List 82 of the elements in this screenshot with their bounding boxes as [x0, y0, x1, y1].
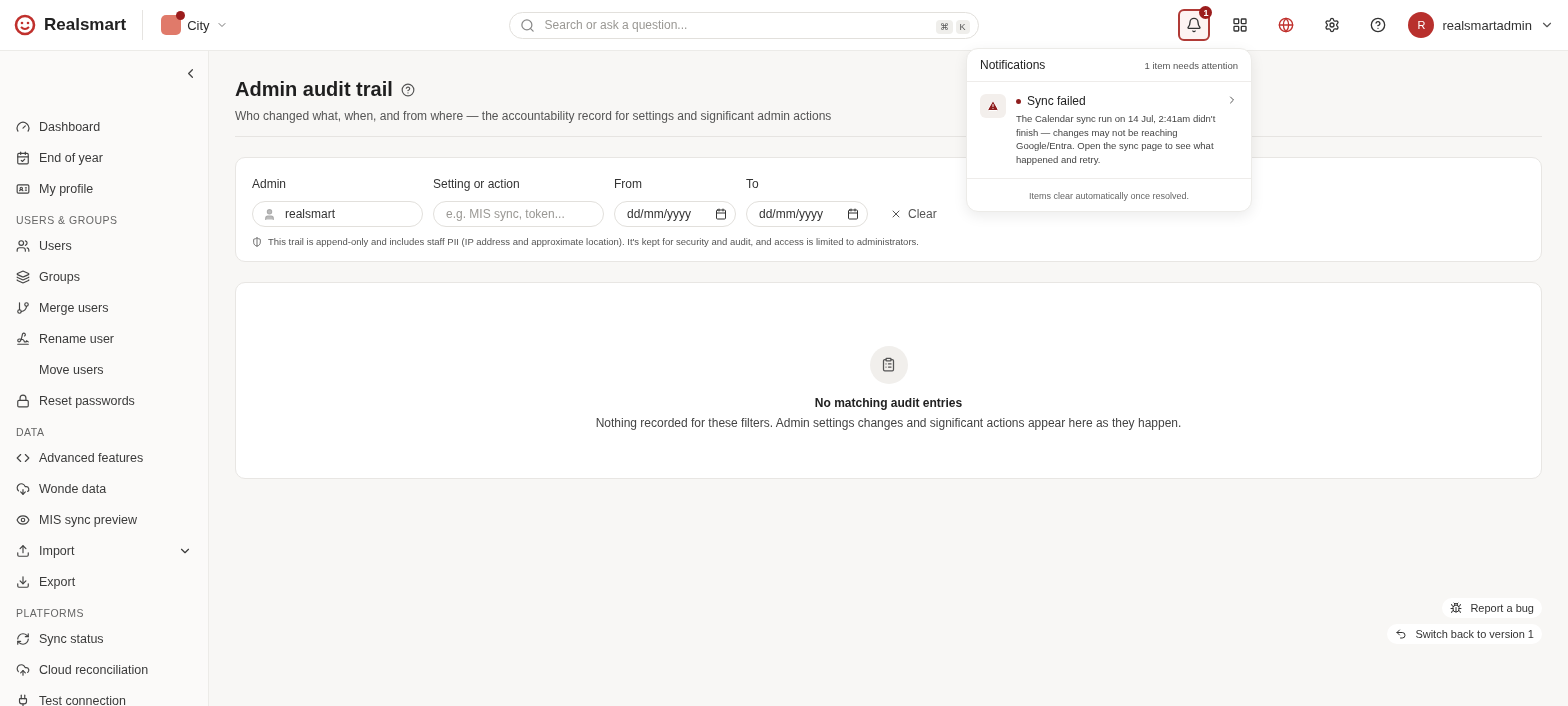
grid-icon: [1232, 17, 1249, 33]
notifications-button[interactable]: 1: [1178, 9, 1211, 41]
section-heading: PLATFORMS: [15, 606, 85, 621]
shield-icon: [252, 236, 262, 247]
clear-button[interactable]: Clear: [878, 201, 949, 227]
filter-label: Admin: [252, 177, 287, 191]
upload-icon: [16, 543, 30, 558]
search-input[interactable]: Search or ask a question...: [542, 17, 925, 33]
filter-label: To: [746, 177, 760, 191]
section-heading: USERS & GROUPS: [15, 213, 119, 228]
settings-icon: [1324, 17, 1341, 33]
notification-item[interactable]: Sync failed The Calendar sync run on 14 Jul, 2:41am didn't finish — changes may not be reaching Google/Entra. Open the sync page to see what happened and retry.: [967, 82, 1251, 179]
date-input[interactable]: dd/mm/yyyy: [625, 206, 708, 222]
smiley-logo-icon: [14, 14, 36, 36]
warning-icon: [980, 94, 1006, 118]
user-avatar: R: [1408, 12, 1435, 38]
sidebar-item[interactable]: Import: [0, 535, 208, 566]
clipboard-icon: [869, 345, 908, 384]
sidebar-item[interactable]: Move users: [0, 354, 208, 385]
search-icon: [519, 17, 535, 33]
school-name[interactable]: City: [187, 17, 210, 33]
users-icon: [16, 238, 30, 253]
sidebar-item[interactable]: Advanced features: [0, 442, 208, 473]
sidebar-item[interactable]: Users: [0, 230, 208, 261]
help-icon[interactable]: [400, 82, 415, 97]
user-icon: [263, 207, 276, 221]
brand-name: Realsmart: [44, 15, 127, 35]
layers-icon: [16, 269, 30, 284]
empty-title: No matching audit entries: [814, 395, 963, 410]
shortcut-key: ⌘: [935, 20, 953, 34]
shortcut-key: K: [955, 20, 970, 34]
sidebar-item[interactable]: Rename user: [0, 323, 208, 354]
cloud-download-icon: [16, 481, 30, 496]
filter-label: From: [614, 177, 643, 191]
sidebar-item[interactable]: Export: [0, 566, 208, 597]
plug-icon: [16, 693, 30, 706]
sidebar-item[interactable]: Reset passwords: [0, 385, 208, 416]
calendar-icon[interactable]: [715, 208, 727, 220]
refresh-icon: [16, 631, 30, 646]
sidebar-item[interactable]: Dashboard: [0, 111, 208, 142]
calendar-icon[interactable]: [847, 208, 859, 220]
empty-message: Nothing recorded for these filters. Admin settings changes and significant actions appear here as they happen.: [595, 415, 1182, 430]
branch-icon: [16, 300, 30, 315]
section-heading: DATA: [15, 425, 46, 440]
page-title: Admin audit trail: [235, 78, 393, 101]
privacy-note: This trail is append-only and includes staff PII (IP address and approximate location). It's kept for security and audit, and access is limited to administrators.: [268, 236, 919, 247]
sidebar-item[interactable]: MIS sync preview: [0, 504, 208, 535]
bell-icon: [1186, 17, 1203, 33]
globe-icon: [1278, 17, 1295, 33]
lock-icon: [16, 393, 30, 408]
sidebar-item[interactable]: Wonde data: [0, 473, 208, 504]
text-input[interactable]: e.g. MIS sync, token...: [444, 206, 595, 222]
calendar-icon: [16, 150, 30, 165]
bug-icon: [1450, 602, 1463, 614]
gauge-icon: [16, 119, 30, 134]
user-menu[interactable]: R realsmartadmin: [1408, 12, 1554, 38]
report-bug-link[interactable]: Report a bug: [1442, 598, 1542, 618]
sidebar-item[interactable]: End of year: [0, 142, 208, 173]
cloud-upload-icon: [16, 662, 30, 677]
panel-title: Notifications: [980, 58, 1046, 72]
sidebar-item[interactable]: My profile: [0, 173, 208, 204]
close-icon: [890, 208, 902, 220]
filter-label: Setting or action: [433, 177, 521, 191]
date-input[interactable]: dd/mm/yyyy: [757, 206, 840, 222]
download-icon: [16, 574, 30, 589]
eye-icon: [16, 512, 30, 527]
attention-summary: 1 item needs attention: [1144, 59, 1238, 71]
id-card-icon: [16, 181, 30, 196]
sidebar-item[interactable]: Merge users: [0, 292, 208, 323]
panel-footer: Items clear automatically once resolved.: [967, 179, 1251, 211]
switch-version-link[interactable]: Switch back to version 1: [1387, 624, 1542, 644]
undo-arrow-icon: [1395, 628, 1408, 640]
sidebar-item[interactable]: Sync status: [0, 623, 208, 654]
search-bar[interactable]: Search or ask a question... ⌘ K: [508, 11, 979, 39]
notification-count: 1: [1199, 6, 1213, 19]
sidebar-item[interactable]: Groups: [0, 261, 208, 292]
signature-icon: [16, 331, 30, 346]
sidebar-item[interactable]: Cloud reconciliation: [0, 654, 208, 685]
sidebar-item[interactable]: Test connection: [0, 685, 208, 706]
text-input[interactable]: realsmart: [283, 206, 414, 222]
help-icon: [1370, 17, 1387, 33]
notification-title: Sync failed: [1027, 94, 1086, 108]
